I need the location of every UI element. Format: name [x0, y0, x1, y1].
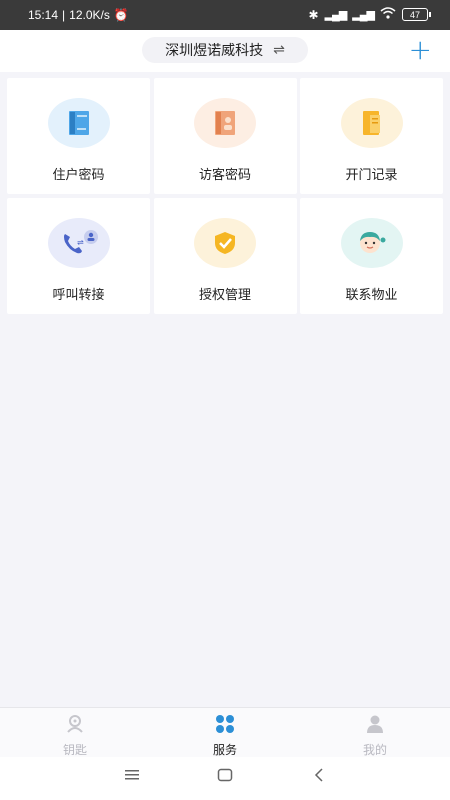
status-speed: 12.0K/s [69, 8, 110, 22]
bluetooth-icon: ✱ [308, 7, 319, 22]
tile-resident-password[interactable]: 住户密码 [7, 78, 150, 194]
tile-visitor-password[interactable]: 访客密码 [153, 78, 297, 194]
tile-label: 授权管理 [198, 288, 251, 303]
status-bar: 15:14 | 12.0K/s ⏰ ✱ ▂▄▆ ▂▄▆ 47 [0, 0, 450, 30]
add-button[interactable]: + [409, 34, 432, 66]
tile-contact-property[interactable]: 联系物业 [300, 198, 443, 314]
svg-text:⇌: ⇌ [77, 238, 84, 247]
status-time: 15:14 [28, 8, 59, 22]
authorization-icon [194, 218, 256, 268]
status-separator: | [62, 8, 66, 22]
community-selector[interactable]: 深圳煜诺威科技 ⇌ [142, 37, 308, 63]
signal-icon-2: ▂▄▆ [352, 9, 375, 21]
header: 深圳煜诺威科技 ⇌ + [0, 30, 450, 72]
service-grid: 住户密码 访客密码 开门记录 ⇌ 呼叫转接 授权管理 联系物业 [7, 78, 443, 314]
community-name: 深圳煜诺威科技 [165, 43, 264, 59]
contact-property-icon [340, 218, 403, 268]
tile-label: 联系物业 [345, 288, 398, 303]
tab-service[interactable]: 服务 [150, 708, 300, 757]
tab-label: 我的 [362, 743, 387, 757]
service-grid-icon [215, 714, 235, 738]
tab-key[interactable]: 钥匙 [0, 708, 150, 757]
back-icon[interactable] [313, 767, 325, 786]
tile-label: 访客密码 [198, 168, 251, 183]
call-transfer-icon: ⇌ [47, 218, 110, 268]
key-icon [65, 714, 85, 738]
tab-profile[interactable]: 我的 [300, 708, 450, 757]
home-icon[interactable] [217, 767, 233, 786]
resident-password-icon [47, 98, 110, 148]
battery-icon: 47 [402, 8, 431, 21]
tab-label: 服务 [212, 743, 237, 757]
profile-icon [365, 714, 385, 738]
alarm-icon: ⏰ [113, 8, 129, 22]
tab-label: 钥匙 [62, 743, 87, 757]
menu-icon[interactable] [124, 767, 140, 786]
bottom-tab-bar: 钥匙 服务 我的 [0, 707, 450, 757]
door-record-icon [340, 98, 403, 148]
tile-label: 开门记录 [345, 168, 398, 183]
visitor-password-icon [194, 98, 256, 148]
tile-door-record[interactable]: 开门记录 [300, 78, 443, 194]
swap-icon: ⇌ [273, 42, 285, 58]
tile-authorization[interactable]: 授权管理 [153, 198, 297, 314]
tile-label: 呼叫转接 [52, 288, 105, 303]
signal-icon: ▂▄▆ [324, 9, 348, 21]
tile-call-transfer[interactable]: ⇌ 呼叫转接 [7, 198, 150, 314]
tile-label: 住户密码 [52, 168, 105, 183]
system-nav-bar [0, 757, 450, 800]
wifi-icon [380, 7, 396, 22]
